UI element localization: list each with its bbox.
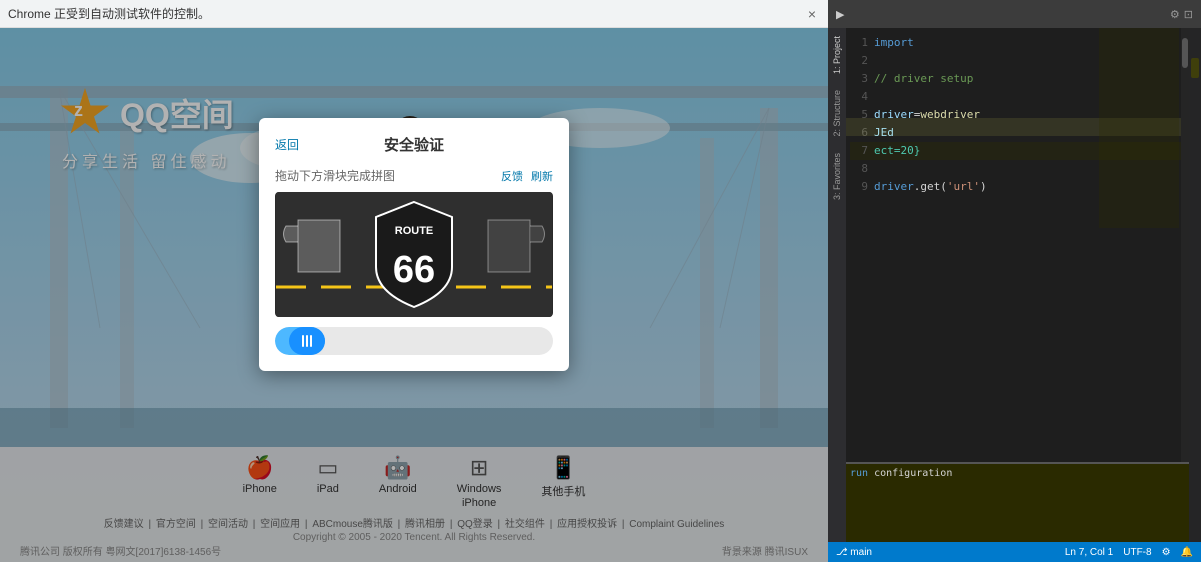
encoding-info: UTF-8	[1123, 547, 1151, 558]
editor-settings-icon[interactable]: ⚙	[1170, 8, 1180, 21]
line-num-2: 2	[850, 52, 874, 70]
dialog-header: 返回 安全验证	[275, 134, 553, 155]
editor-scrollbar[interactable]	[1181, 28, 1189, 462]
editor-sidebar-tabs: 1: Project 2: Structure 3: Favorites	[828, 28, 846, 542]
notifications-icon[interactable]: 🔔	[1181, 547, 1193, 558]
line-num-3: 3	[850, 70, 874, 88]
svg-text:66: 66	[393, 249, 435, 291]
puzzle-image-area: ROUTE 66	[275, 192, 553, 317]
automation-warning: Chrome 正受到自动测试软件的控制。	[8, 5, 804, 22]
security-dialog: 返回 安全验证 拖动下方滑块完成拼图 反馈 刷新	[259, 118, 569, 371]
warning-close-button[interactable]: ×	[804, 6, 820, 22]
line-num-4: 4	[850, 88, 874, 106]
route66-image: ROUTE 66	[275, 192, 553, 317]
editor-bottom-area: run configuration	[846, 462, 1189, 542]
dialog-refresh-link[interactable]: 刷新	[531, 168, 553, 184]
line-num-9: 9	[850, 178, 874, 196]
code-line-highlighted: 7 ect=20}	[850, 142, 1185, 160]
svg-text:ROUTE: ROUTE	[395, 225, 434, 237]
dialog-links: 反馈 刷新	[501, 168, 553, 184]
editor-top-text: ▶	[836, 8, 844, 21]
dialog-instruction-text: 拖动下方滑块完成拼图	[275, 167, 395, 184]
code-content[interactable]: 1 import 2 3 // driver setup 4 5 dri	[846, 28, 1189, 462]
slider-track[interactable]	[275, 327, 553, 355]
dialog-title: 安全验证	[275, 134, 553, 155]
code-content-9: driver	[874, 178, 914, 196]
bottom-code-2: configuration	[868, 468, 952, 479]
slider-fill	[275, 327, 325, 355]
code-content-9b: .get(	[914, 178, 947, 196]
line-num-8: 8	[850, 160, 874, 178]
code-content-9d: )	[980, 178, 987, 196]
chrome-topbar: Chrome 正受到自动测试软件的控制。 ×	[0, 0, 828, 28]
code-line-9: 9 driver.get('url')	[850, 178, 1185, 196]
line-col-info: Ln 7, Col 1	[1065, 547, 1113, 558]
editor-body: 1: Project 2: Structure 3: Favorites 1 i…	[828, 28, 1201, 542]
code-line-2: 2	[850, 52, 1185, 70]
code-content-3: // driver setup	[874, 70, 973, 88]
line-num-ject: 7	[850, 142, 874, 160]
code-line-4: 4	[850, 88, 1185, 106]
sidebar-tab-project[interactable]: 1: Project	[832, 36, 842, 74]
browser-panel: Chrome 正受到自动测试软件的控制。 ×	[0, 0, 828, 562]
code-line-3: 3 // driver setup	[850, 70, 1185, 88]
bottom-panel-content: run configuration	[850, 468, 1185, 479]
code-content-9c: 'url'	[947, 178, 980, 196]
sidebar-tab-favorites[interactable]: 3: Favorites	[832, 153, 842, 200]
code-editor-panel: ▶ ⚙ ⊡ 1: Project 2: Structure 3: Favorit…	[828, 0, 1201, 562]
code-content-1: import	[874, 34, 914, 52]
line-num-1: 1	[850, 34, 874, 52]
dialog-instruction-row: 拖动下方滑块完成拼图 反馈 刷新	[275, 167, 553, 184]
scrollbar-thumb	[1182, 38, 1188, 68]
editor-expand-icon[interactable]: ⊡	[1184, 8, 1193, 21]
dialog-back-button[interactable]: 返回	[275, 136, 299, 153]
minimap-thumb	[1191, 58, 1199, 78]
editor-top-bar: ▶ ⚙ ⊡	[828, 0, 1201, 28]
sidebar-tab-structure[interactable]: 2: Structure	[832, 90, 842, 137]
settings-icon[interactable]: ⚙	[1162, 547, 1171, 558]
code-content-ject: ect=20}	[874, 142, 920, 160]
editor-statusbar: ⎇ main Ln 7, Col 1 UTF-8 ⚙ 🔔	[828, 542, 1201, 562]
slider-handle-indicator	[302, 335, 312, 347]
slider-area	[275, 327, 553, 355]
main-code-area: 1 import 2 3 // driver setup 4 5 dri	[846, 28, 1189, 542]
qq-space-background: z QQ空间 分享生活 留住感动 返回 安全验证 拖动下方滑块完成拼图 反馈 刷…	[0, 28, 828, 562]
bottom-code-1: run	[850, 468, 868, 479]
code-line-1: 1 import	[850, 34, 1185, 52]
dialog-feedback-link[interactable]: 反馈	[501, 168, 523, 184]
code-highlight-line	[846, 118, 1189, 136]
code-line-8: 8	[850, 160, 1185, 178]
slider-handle[interactable]	[289, 327, 325, 355]
git-status: ⎇ main	[836, 547, 872, 558]
minimap-column	[1189, 28, 1201, 542]
